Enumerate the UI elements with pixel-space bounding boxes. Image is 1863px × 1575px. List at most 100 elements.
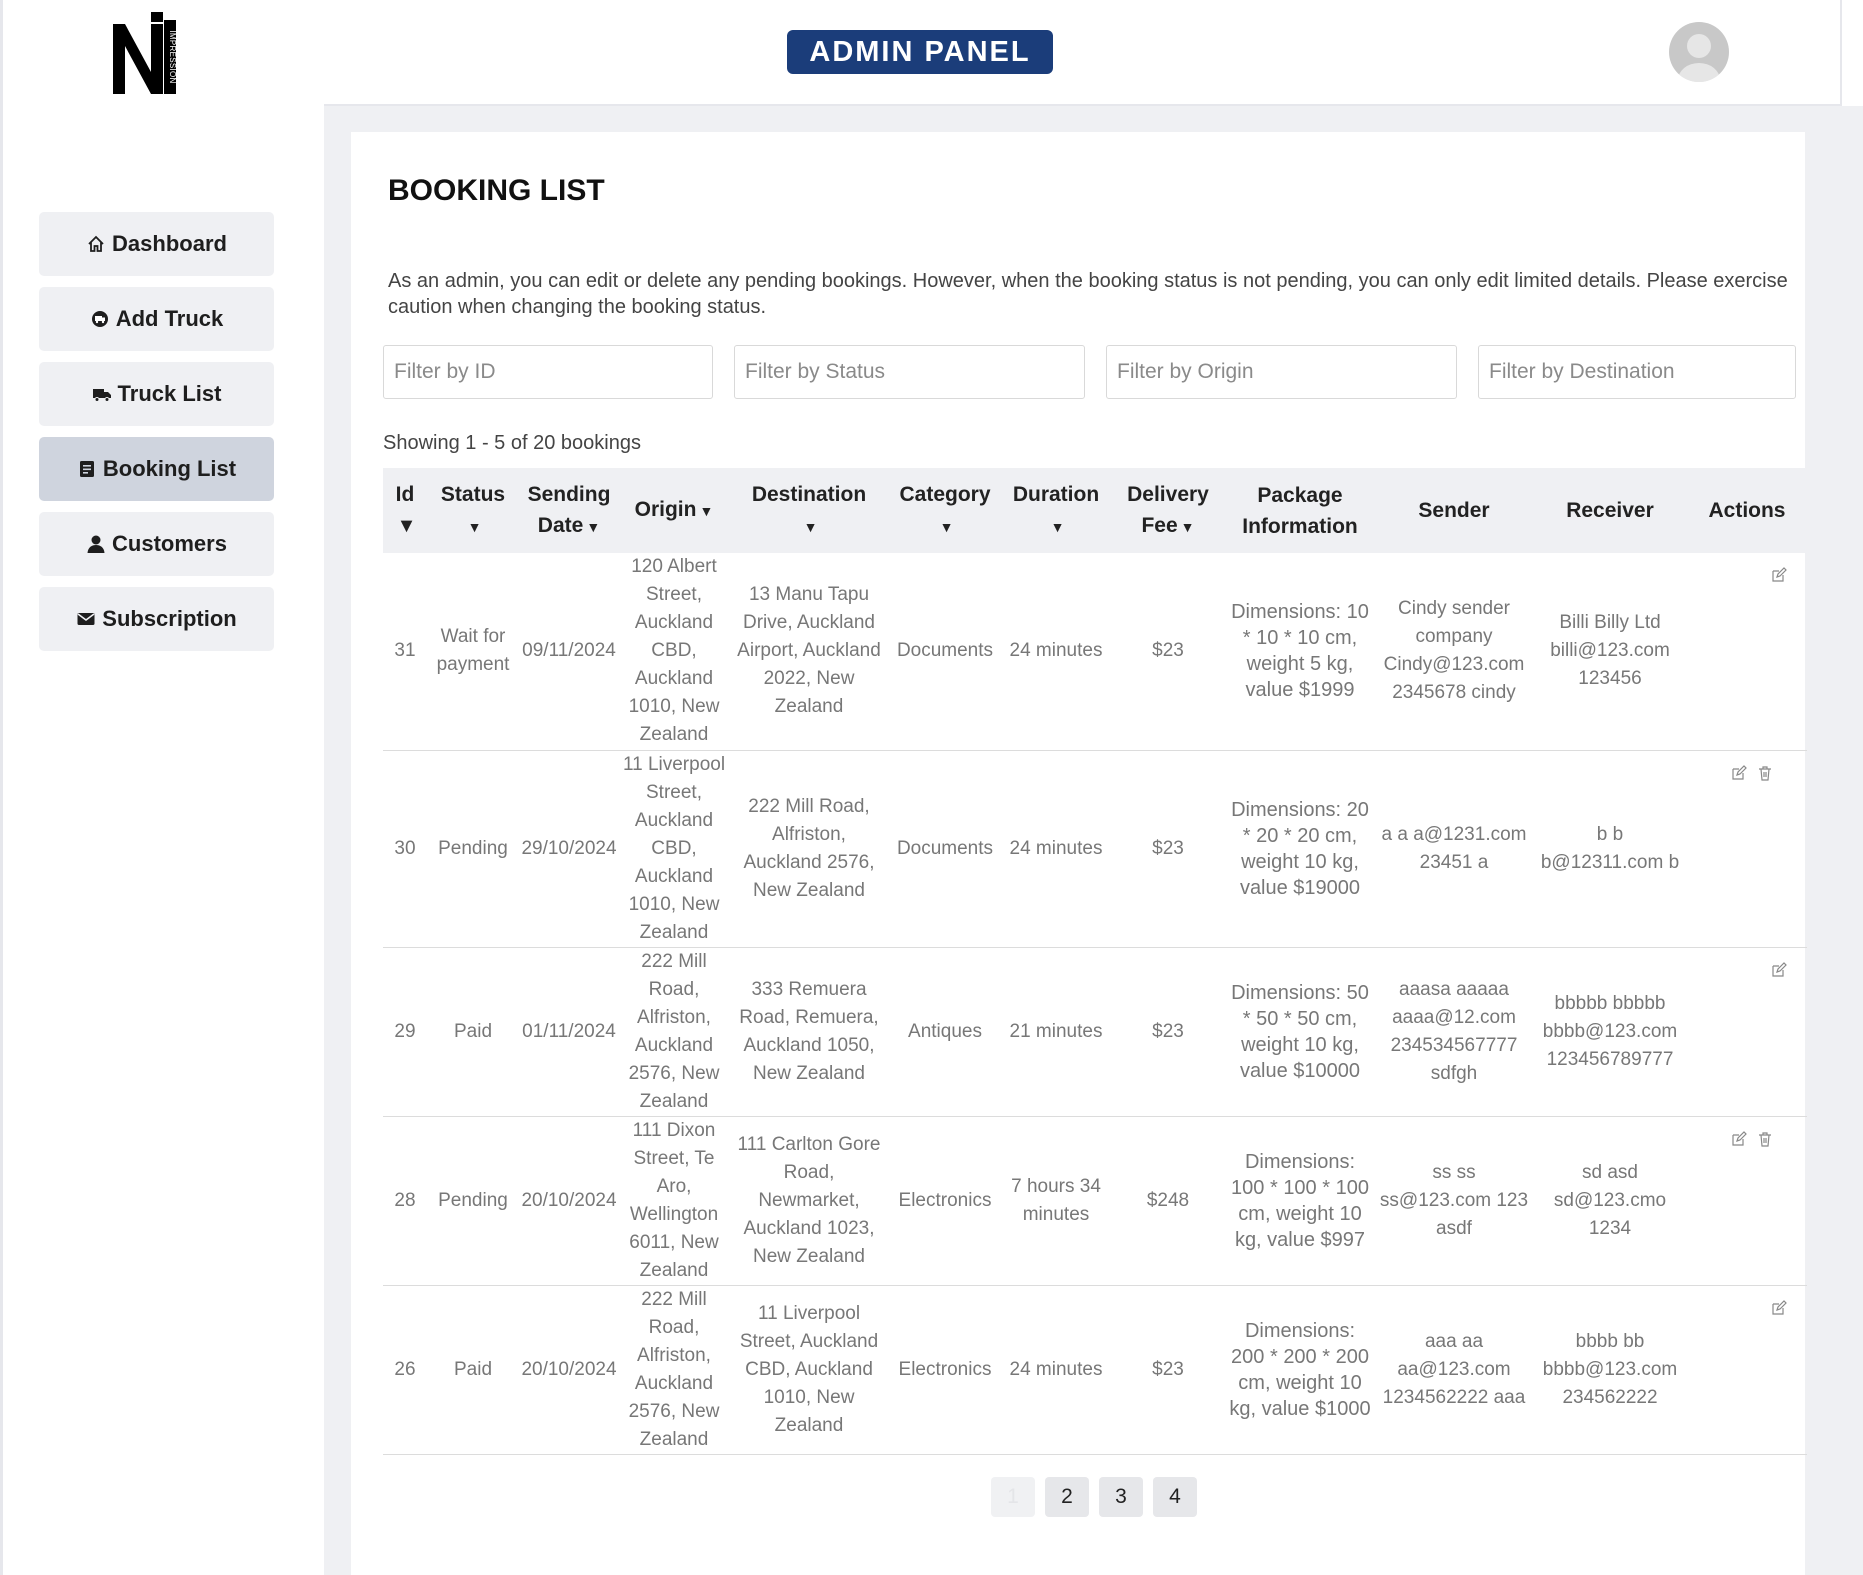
cell-category: Antiques (889, 947, 1001, 1117)
sidebar-nav: Dashboard Add Truck Truck List Booking L… (39, 212, 274, 662)
cell-duration: 24 minutes (1001, 553, 1111, 751)
page-button-4[interactable]: 4 (1153, 1477, 1197, 1517)
cell-date: 01/11/2024 (519, 947, 619, 1117)
cell-destination: 13 Manu Tapu Drive, Auckland Airport, Au… (729, 553, 889, 751)
cell-status: Pending (427, 1116, 519, 1286)
sidebar-item-label: Dashboard (112, 231, 227, 256)
cell-receiver: b b b@12311.com b (1533, 750, 1687, 948)
cell-id: 31 (383, 553, 427, 751)
truck-add-icon (91, 311, 108, 327)
cell-date: 20/10/2024 (519, 1285, 619, 1455)
sort-caret-icon[interactable]: ▼ (940, 512, 954, 543)
sort-caret-icon[interactable]: ▼ (1051, 512, 1065, 543)
filter-status-input[interactable] (734, 345, 1085, 399)
cell-sender: aaa aa aa@123.com 1234562222 aaa (1375, 1285, 1533, 1455)
truck-icon (92, 389, 111, 402)
cell-sender: ss ss ss@123.com 123 asdf (1375, 1116, 1533, 1286)
cell-id: 30 (383, 750, 427, 948)
cell-duration: 7 hours 34 minutes (1001, 1116, 1111, 1286)
user-avatar-icon[interactable] (1669, 22, 1729, 82)
filter-destination-input[interactable] (1478, 345, 1796, 399)
cell-id: 26 (383, 1285, 427, 1455)
cell-fee: $248 (1111, 1116, 1225, 1286)
book-icon (79, 461, 94, 477)
page-title: BOOKING LIST (388, 174, 605, 207)
col-header-status[interactable]: Status ▼ (427, 468, 519, 553)
cell-duration: 24 minutes (1001, 750, 1111, 948)
sidebar-item-truck-list[interactable]: Truck List (39, 362, 274, 426)
admin-panel-badge: ADMIN PANEL (787, 30, 1053, 74)
cell-id: 28 (383, 1116, 427, 1286)
sidebar-item-customers[interactable]: Customers (39, 512, 274, 576)
sort-caret-icon[interactable]: ▼ (468, 512, 482, 543)
cell-fee: $23 (1111, 1285, 1225, 1455)
col-header-category[interactable]: Category ▼ (889, 468, 1001, 553)
col-header-destination[interactable]: Destination ▼ (729, 468, 889, 553)
page-button-1[interactable]: 1 (991, 1477, 1035, 1517)
sidebar-item-label: Booking List (102, 456, 237, 481)
cell-category: Documents (889, 553, 1001, 751)
cell-sender: Cindy sender company Cindy@123.com 23456… (1375, 553, 1533, 751)
cell-status: Pending (427, 750, 519, 948)
cell-origin: 120 Albert Street, Auckland CBD, Aucklan… (619, 553, 729, 751)
top-bar: ADMIN PANEL (324, 0, 1842, 106)
sort-caret-icon[interactable]: ▼ (804, 512, 818, 543)
filter-origin-input[interactable] (1106, 345, 1457, 399)
cell-actions (1687, 1116, 1807, 1286)
sort-desc-icon[interactable]: ▼ (397, 511, 417, 542)
cell-status: Paid (427, 947, 519, 1117)
booking-list-card: BOOKING LIST As an admin, you can edit o… (351, 132, 1807, 1575)
cell-package: Dimensions: 20 * 20 * 20 cm, weight 10 k… (1225, 750, 1375, 948)
cell-origin: 222 Mill Road, Alfriston, Auckland 2576,… (619, 1285, 729, 1455)
home-icon (88, 235, 104, 252)
cell-origin: 222 Mill Road, Alfriston, Auckland 2576,… (619, 947, 729, 1117)
sidebar: IMPRESSION Dashboard Add Truck Truck Lis… (0, 0, 324, 1575)
sidebar-item-label: Truck List (117, 381, 222, 406)
cell-destination: 222 Mill Road, Alfriston, Auckland 2576,… (729, 750, 889, 948)
sort-caret-icon[interactable]: ▼ (1181, 512, 1195, 543)
sort-caret-icon[interactable]: ▼ (586, 512, 600, 543)
col-header-duration[interactable]: Duration ▼ (1001, 468, 1111, 553)
edit-icon[interactable] (1771, 567, 1787, 583)
cell-package: Dimensions: 200 * 200 * 200 cm, weight 1… (1225, 1285, 1375, 1455)
results-count: Showing 1 - 5 of 20 bookings (383, 432, 641, 454)
user-icon (87, 535, 105, 553)
cell-category: Electronics (889, 1285, 1001, 1455)
page-button-3[interactable]: 3 (1099, 1477, 1143, 1517)
sidebar-item-subscription[interactable]: Subscription (39, 587, 274, 651)
col-header-origin[interactable]: Origin ▼ (619, 468, 729, 553)
table-header-row: Id ▼ Status ▼ Sending Date ▼ Origin ▼ Destin… (383, 468, 1807, 553)
cell-receiver: sd asd sd@123.cmo 1234 (1533, 1116, 1687, 1286)
booking-table: Id ▼ Status ▼ Sending Date ▼ Origin ▼ Destin… (383, 468, 1807, 1455)
delete-icon[interactable] (1757, 765, 1773, 781)
edit-icon[interactable] (1731, 1130, 1747, 1147)
cell-receiver: bbbbb bbbbb bbbb@123.com 123456789777 (1533, 947, 1687, 1117)
filter-id-input[interactable] (383, 345, 713, 399)
cell-actions (1687, 1285, 1807, 1455)
cell-sender: a a a@1231.com 23451 a (1375, 750, 1533, 948)
edit-icon[interactable] (1771, 961, 1787, 978)
cell-id: 29 (383, 947, 427, 1117)
cell-package: Dimensions: 50 * 50 * 50 cm, weight 10 k… (1225, 947, 1375, 1117)
edit-icon[interactable] (1731, 764, 1747, 781)
cell-fee: $23 (1111, 553, 1225, 751)
delete-icon[interactable] (1757, 1131, 1773, 1147)
sidebar-item-booking-list[interactable]: Booking List (39, 437, 274, 501)
col-header-delivery-fee[interactable]: Delivery Fee ▼ (1111, 468, 1225, 553)
col-header-id[interactable]: Id ▼ (383, 468, 427, 553)
col-header-sending-date[interactable]: Sending Date ▼ (519, 468, 619, 553)
sidebar-item-dashboard[interactable]: Dashboard (39, 212, 274, 276)
edit-icon[interactable] (1771, 1299, 1787, 1316)
cell-date: 20/10/2024 (519, 1116, 619, 1286)
sort-caret-icon[interactable]: ▼ (699, 496, 713, 527)
sidebar-item-label: Add Truck (115, 306, 224, 331)
cell-duration: 24 minutes (1001, 1285, 1111, 1455)
cell-package: Dimensions: 100 * 100 * 100 cm, weight 1… (1225, 1116, 1375, 1286)
sidebar-item-add-truck[interactable]: Add Truck (39, 287, 274, 351)
page-button-2[interactable]: 2 (1045, 1477, 1089, 1517)
cell-receiver: bbbb bb bbbb@123.com 234562222 (1533, 1285, 1687, 1455)
cell-category: Documents (889, 750, 1001, 948)
cell-destination: 111 Carlton Gore Road, Newmarket, Auckla… (729, 1116, 889, 1286)
company-logo[interactable]: IMPRESSION (111, 10, 177, 96)
table-row: 28 Pending 20/10/2024 111 Dixon Street, … (383, 1116, 1807, 1286)
